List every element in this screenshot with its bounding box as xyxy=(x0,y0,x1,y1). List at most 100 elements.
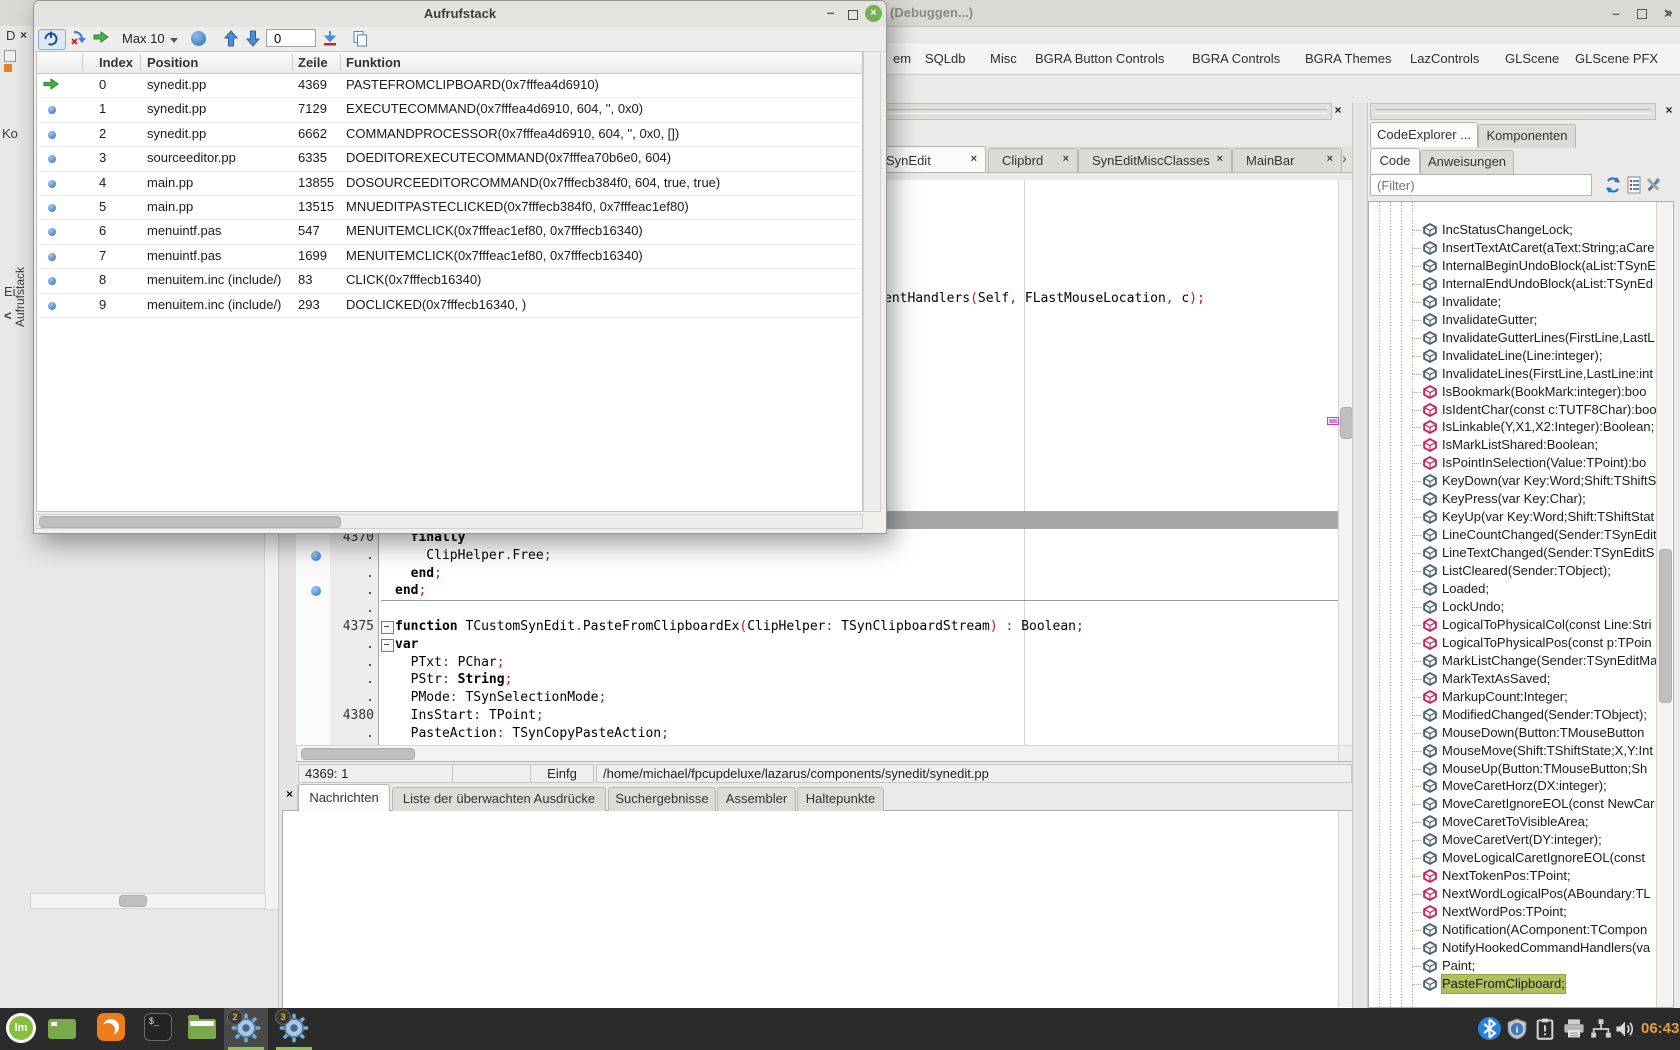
tree-item[interactable]: MoveCaretHorz(DX:integer); xyxy=(1369,777,1673,795)
goto-frame-icon[interactable] xyxy=(322,30,338,50)
tree-item[interactable]: NextTokenPos:TPoint; xyxy=(1369,867,1673,885)
tree-item[interactable]: NotifyHookedCommandHandlers(va xyxy=(1369,939,1673,957)
step-into-icon[interactable] xyxy=(93,31,109,46)
files-launcher[interactable] xyxy=(188,1019,216,1039)
tree-item[interactable]: KeyUp(var Key:Word;Shift:TShiftStat xyxy=(1369,508,1673,526)
tree-item[interactable]: LogicalToPhysicalCol(const Line:Stri xyxy=(1369,616,1673,634)
palette-tab-glscene[interactable]: GLScene xyxy=(1505,51,1559,66)
editor-tab-syneditmiscclasses[interactable]: SynEditMiscClasses× xyxy=(1078,148,1232,172)
messages-tab-nachrichten[interactable]: Nachrichten xyxy=(298,784,390,811)
breakpoint-disable-icon[interactable] xyxy=(70,30,88,49)
column-position[interactable]: Position xyxy=(147,55,198,70)
stack-frame-row[interactable]: 1synedit.pp7129EXECUTECOMMAND(0x7fffea4d… xyxy=(37,97,862,122)
stack-frame-row[interactable]: 3sourceeditor.pp6335DOEDITOREXECUTECOMMA… xyxy=(37,146,862,171)
tree-item[interactable]: ListCleared(Sender:TObject); xyxy=(1369,562,1673,580)
refresh-icon[interactable] xyxy=(1604,176,1622,194)
tree-item[interactable]: InsertTextAtCaret(aText:String;aCare xyxy=(1369,239,1673,257)
tab-komponenten[interactable]: Komponenten xyxy=(1478,124,1576,148)
palette-tab-misc[interactable]: Misc xyxy=(990,51,1017,66)
show-desktop-button[interactable] xyxy=(48,1019,76,1039)
palette-overflow-icon[interactable]: > xyxy=(1664,5,1673,22)
tree-vscroll-thumb[interactable] xyxy=(1659,549,1672,703)
tree-item[interactable]: IsBookmark(BookMark:integer):boo xyxy=(1369,383,1673,401)
tree-item[interactable]: InvalidateLine(Line:integer); xyxy=(1369,347,1673,365)
tree-item[interactable]: PasteFromClipboard; xyxy=(1369,975,1673,993)
tree-item[interactable]: IsMarkListShared:Boolean; xyxy=(1369,436,1673,454)
bluetooth-icon[interactable] xyxy=(1478,1017,1501,1040)
palette-tab-bgra-controls[interactable]: BGRA Controls xyxy=(1192,51,1280,66)
editor-vscroll-thumb[interactable] xyxy=(1340,407,1352,439)
palette-tab-em[interactable]: em xyxy=(893,51,911,66)
column-funktion[interactable]: Funktion xyxy=(346,55,401,70)
callstack-hscrollbar[interactable] xyxy=(36,514,863,529)
callstack-minimize-button[interactable]: – xyxy=(827,5,834,20)
palette-tab-bgra-themes[interactable]: BGRA Themes xyxy=(1305,51,1391,66)
right-splitter[interactable] xyxy=(1352,103,1368,1008)
tree-item[interactable]: LineTextChanged(Sender:TSynEditS xyxy=(1369,544,1673,562)
stack-frame-row[interactable]: 0synedit.pp4369PASTEFROMCLIPBOARD(0x7fff… xyxy=(37,73,862,98)
callstack-titlebar[interactable]: Aufrufstack – × xyxy=(34,1,886,28)
frame-index-input[interactable] xyxy=(266,29,316,47)
codeexplorer-dock-grabber[interactable] xyxy=(1370,103,1656,120)
tree-item[interactable]: ModifiedChanged(Sender:TObject); xyxy=(1369,706,1673,724)
tree-item[interactable]: MarkTextAsSaved; xyxy=(1369,670,1673,688)
palette-tab-sqldb[interactable]: SQLdb xyxy=(925,51,965,66)
tree-item[interactable]: IsIdentChar(const c:TUTF8Char):boo xyxy=(1369,401,1673,419)
frame-up-icon[interactable] xyxy=(224,30,238,50)
left-dock-hscrollbar[interactable] xyxy=(30,893,266,909)
left-dock-hscroll-thumb[interactable] xyxy=(119,895,147,907)
messages-tab-haltepunkte[interactable]: Haltepunkte xyxy=(797,787,884,811)
stack-frame-row[interactable]: 5main.pp13515MNUEDITPASTECLICKED(0x7fffe… xyxy=(37,195,862,220)
editor-tabs-scroll-icon[interactable]: › xyxy=(1342,150,1347,166)
round-blue-icon[interactable] xyxy=(191,31,206,46)
network-icon[interactable] xyxy=(1590,1018,1612,1043)
printer-icon[interactable] xyxy=(1562,1018,1586,1043)
callstack-close-button[interactable]: × xyxy=(865,5,882,22)
codeexplorer-dock-close-icon[interactable]: × xyxy=(1662,104,1676,118)
callstack-list[interactable]: Index Position Zeile Funktion 0synedit.p… xyxy=(36,51,863,512)
messages-tab-assembler[interactable]: Assembler xyxy=(717,787,796,811)
tree-item[interactable]: Notification(AComponent:TCompon xyxy=(1369,921,1673,939)
main-restore-button[interactable] xyxy=(1634,6,1650,22)
tree-item[interactable]: MoveCaretToVisibleArea; xyxy=(1369,813,1673,831)
left-dock-close-icon[interactable]: × xyxy=(20,28,27,42)
stack-frame-row[interactable]: 8menuitem.inc (include/)83CLICK(0x7fffec… xyxy=(37,268,862,293)
mint-menu-button[interactable]: lm xyxy=(6,1013,36,1043)
tree-item[interactable]: MarkListChange(Sender:TSynEditMa xyxy=(1369,652,1673,670)
tree-item[interactable]: Invalidate; xyxy=(1369,293,1673,311)
tree-item[interactable]: MouseUp(Button:TMouseButton;Sh xyxy=(1369,760,1673,778)
lazarus-task-3[interactable]: 3 xyxy=(272,1008,316,1050)
tree-item[interactable]: IncStatusChangeLock; xyxy=(1369,221,1673,239)
tree-item[interactable]: InvalidateLines(FirstLine,LastLine:int xyxy=(1369,365,1673,383)
messages-content[interactable] xyxy=(282,810,1354,1010)
tab-close-icon[interactable]: × xyxy=(1327,153,1333,165)
tree-item[interactable]: MoveLogicalCaretIgnoreEOL(const xyxy=(1369,849,1673,867)
tree-item[interactable]: NextWordLogicalPos(ABoundary:TL xyxy=(1369,885,1673,903)
stack-frame-row[interactable]: 9menuitem.inc (include/)293DOCLICKED(0x7… xyxy=(37,293,862,318)
tree-vscrollbar[interactable] xyxy=(1656,202,1672,1007)
tab-codeexplorer[interactable]: CodeExplorer ... xyxy=(1370,122,1478,147)
tree-item[interactable]: InvalidateGutterLines(FirstLine,LastL xyxy=(1369,329,1673,347)
callstack-window[interactable]: Aufrufstack – × Max 10 xyxy=(33,0,887,534)
document-options-icon[interactable] xyxy=(1626,176,1644,194)
explorer-filter-input[interactable] xyxy=(1370,174,1592,196)
tree-item[interactable]: KeyPress(var Key:Char); xyxy=(1369,490,1673,508)
code-fold-icon[interactable] xyxy=(381,621,394,634)
tree-item[interactable]: IsLinkable(Y,X1,X2:Integer):Boolean; xyxy=(1369,418,1673,436)
tab-anweisungen[interactable]: Anweisungen xyxy=(1420,150,1514,174)
tree-item[interactable]: InternalEndUndoBlock(aList:TSynEd xyxy=(1369,275,1673,293)
callstack-restore-button[interactable] xyxy=(848,10,858,20)
callstack-hscroll-thumb[interactable] xyxy=(39,516,341,528)
code-fold-icon[interactable] xyxy=(381,639,394,652)
palette-tab-glscene-pfx[interactable]: GLScene PFX xyxy=(1575,51,1658,66)
firefox-launcher[interactable] xyxy=(97,1013,125,1041)
editor-tab-mainbar[interactable]: MainBar× xyxy=(1232,148,1342,172)
tree-item[interactable]: KeyDown(var Key:Word;Shift:TShiftS xyxy=(1369,472,1673,490)
main-minimize-button[interactable]: – xyxy=(1608,6,1624,22)
codeexplorer-tree[interactable]: IncStatusChangeLock;InsertTextAtCaret(aT… xyxy=(1368,201,1674,1008)
max-depth-dropdown[interactable]: Max 10 xyxy=(122,31,178,46)
tree-item[interactable]: MouseMove(Shift:TShiftState;X,Y:Int xyxy=(1369,742,1673,760)
tab-close-icon[interactable]: × xyxy=(1063,153,1069,165)
tree-item[interactable]: MoveCaretVert(DY:integer); xyxy=(1369,831,1673,849)
frame-down-icon[interactable] xyxy=(246,30,260,50)
